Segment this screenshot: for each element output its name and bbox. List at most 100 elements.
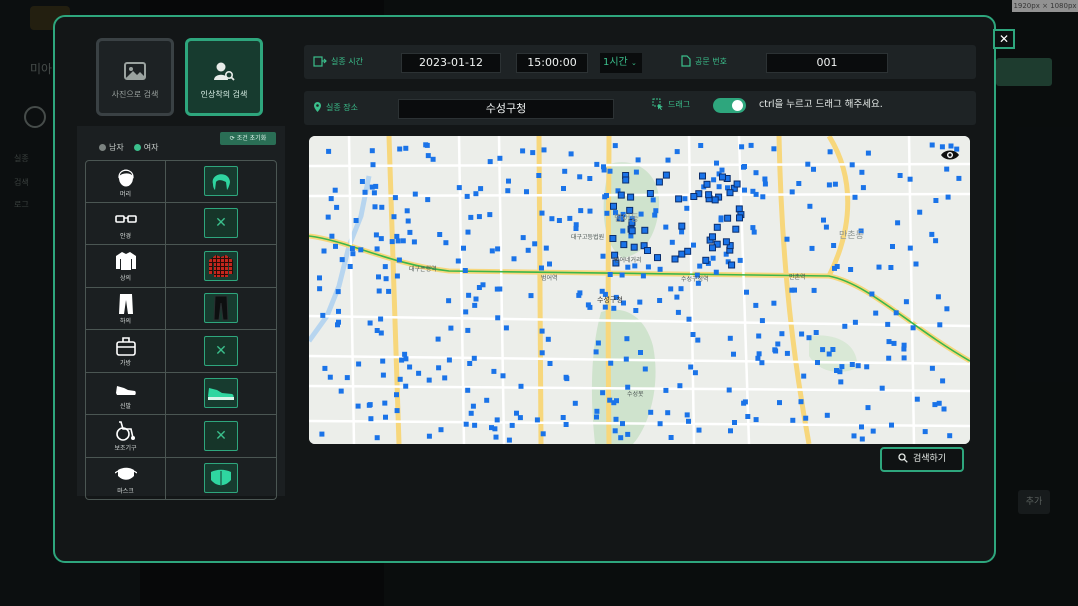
attr-assistive-value[interactable]: ✕ — [166, 415, 276, 457]
incident-marker — [378, 316, 384, 322]
incident-marker — [652, 212, 658, 218]
incident-marker — [607, 272, 613, 277]
none-x-icon: ✕ — [204, 420, 238, 451]
incident-marker — [382, 264, 388, 270]
gender-male-option[interactable]: 남자 — [99, 142, 124, 153]
attr-mask-value[interactable] — [166, 458, 276, 500]
incident-marker — [727, 335, 733, 341]
incident-marker — [691, 242, 696, 248]
map-label: 대구고등법원 — [571, 233, 604, 241]
missing-time-label: 실종 시간 — [331, 57, 363, 66]
drag-toggle[interactable] — [713, 98, 746, 113]
incident-marker — [801, 373, 807, 379]
incident-marker — [578, 208, 584, 214]
incident-marker — [663, 387, 669, 393]
attr-bottom-value[interactable] — [166, 288, 276, 330]
selected-marker — [711, 196, 719, 204]
incident-marker — [917, 209, 923, 215]
incident-marker — [367, 320, 373, 326]
incident-marker — [803, 415, 809, 421]
incident-marker — [594, 161, 600, 167]
incident-marker — [638, 350, 643, 355]
incident-marker — [426, 377, 432, 383]
incident-marker — [463, 309, 469, 315]
notice-number-field[interactable]: 001 — [766, 53, 888, 73]
attr-mask-cell[interactable]: 마스크 — [86, 457, 166, 499]
incident-marker — [593, 349, 599, 355]
time-range-value: 1시간 — [603, 57, 628, 68]
attr-top-value[interactable] — [166, 245, 276, 287]
map-label: 범어동 — [614, 213, 639, 224]
incident-marker — [383, 414, 388, 420]
incident-marker — [456, 185, 462, 191]
incident-marker — [368, 416, 374, 422]
attr-row-hair: 머리 — [85, 160, 277, 203]
glasses-icon — [114, 214, 137, 223]
incident-marker — [347, 264, 353, 269]
attr-bag-value[interactable]: ✕ — [166, 330, 276, 372]
tab-appearance-search[interactable]: 인상착의 검색 — [185, 38, 263, 116]
attr-row-glasses: 안경 ✕ — [85, 202, 277, 245]
incident-marker — [577, 290, 583, 296]
attr-bag-cell[interactable]: 가방 — [86, 330, 166, 372]
close-button[interactable]: ✕ — [993, 29, 1015, 49]
reset-conditions-button[interactable]: ⟳ 조건 초기화 — [220, 132, 276, 145]
attr-glasses-cell[interactable]: 안경 — [86, 202, 166, 244]
missing-place-field[interactable]: 수성구청 — [398, 99, 614, 119]
attr-top-cell[interactable]: 상의 — [86, 245, 166, 287]
incident-marker — [753, 170, 759, 176]
incident-marker — [443, 240, 449, 246]
incident-marker — [442, 375, 448, 381]
incident-marker — [888, 265, 894, 270]
attr-assistive-cell[interactable]: 보조기구 — [86, 415, 166, 457]
incident-marker — [756, 333, 762, 339]
eye-icon[interactable] — [940, 147, 960, 163]
selected-marker — [628, 227, 636, 235]
map-view[interactable]: 대구은행역 범어역 수성구청역 만촌역 수성구청 범어네거리 대구고등법원 수성… — [309, 136, 970, 444]
drag-hint: ctrl을 누르고 드래그 해주세요. — [759, 99, 883, 110]
incident-marker — [599, 288, 605, 294]
search-button[interactable]: 검색하기 — [880, 447, 964, 472]
incident-marker — [936, 400, 942, 406]
toggle-knob — [732, 100, 743, 111]
incident-marker — [594, 414, 599, 420]
incident-marker — [376, 288, 382, 294]
incident-marker — [503, 325, 509, 331]
incident-marker — [657, 421, 663, 427]
incident-marker — [394, 408, 400, 414]
incident-marker — [539, 210, 545, 216]
incident-marker — [382, 400, 388, 406]
attr-hair-cell[interactable]: 머리 — [86, 161, 166, 202]
incident-marker — [472, 302, 478, 308]
attr-shoes-cell[interactable]: 신발 — [86, 372, 166, 414]
gender-female-option[interactable]: 여자 — [133, 142, 159, 153]
incident-marker — [430, 156, 436, 162]
incident-marker — [870, 428, 876, 434]
incident-marker — [859, 169, 865, 175]
incident-marker — [623, 356, 629, 362]
incident-marker — [525, 247, 531, 253]
hair-green-swatch — [204, 166, 238, 197]
attr-bottom-cell[interactable]: 하의 — [86, 287, 166, 329]
selected-marker — [726, 189, 734, 197]
attr-hair-value[interactable] — [166, 161, 276, 202]
attr-glasses-value[interactable]: ✕ — [166, 203, 276, 245]
gender-female-label: 여자 — [143, 143, 159, 152]
time-range-dropdown[interactable]: 1시간 ⌄ — [600, 53, 642, 73]
incident-marker — [944, 306, 950, 312]
tab-photo-search[interactable]: 사진으로 검색 — [96, 38, 174, 116]
missing-place-label: 실종 장소 — [326, 103, 358, 112]
missing-time-field[interactable]: 15:00:00 — [516, 53, 588, 73]
incident-marker — [935, 294, 941, 300]
incident-marker — [742, 164, 747, 169]
map-canvas[interactable]: 대구은행역 범어역 수성구청역 만촌역 수성구청 범어네거리 대구고등법원 수성… — [309, 136, 970, 444]
incident-marker — [633, 308, 639, 313]
incident-marker — [463, 421, 469, 427]
incident-marker — [869, 291, 875, 297]
incident-marker — [873, 310, 879, 316]
attr-shoes-value[interactable] — [166, 373, 276, 415]
incident-marker — [344, 375, 350, 381]
incident-marker — [669, 239, 675, 245]
missing-date-field[interactable]: 2023-01-12 — [401, 53, 501, 73]
selected-marker — [662, 171, 670, 179]
